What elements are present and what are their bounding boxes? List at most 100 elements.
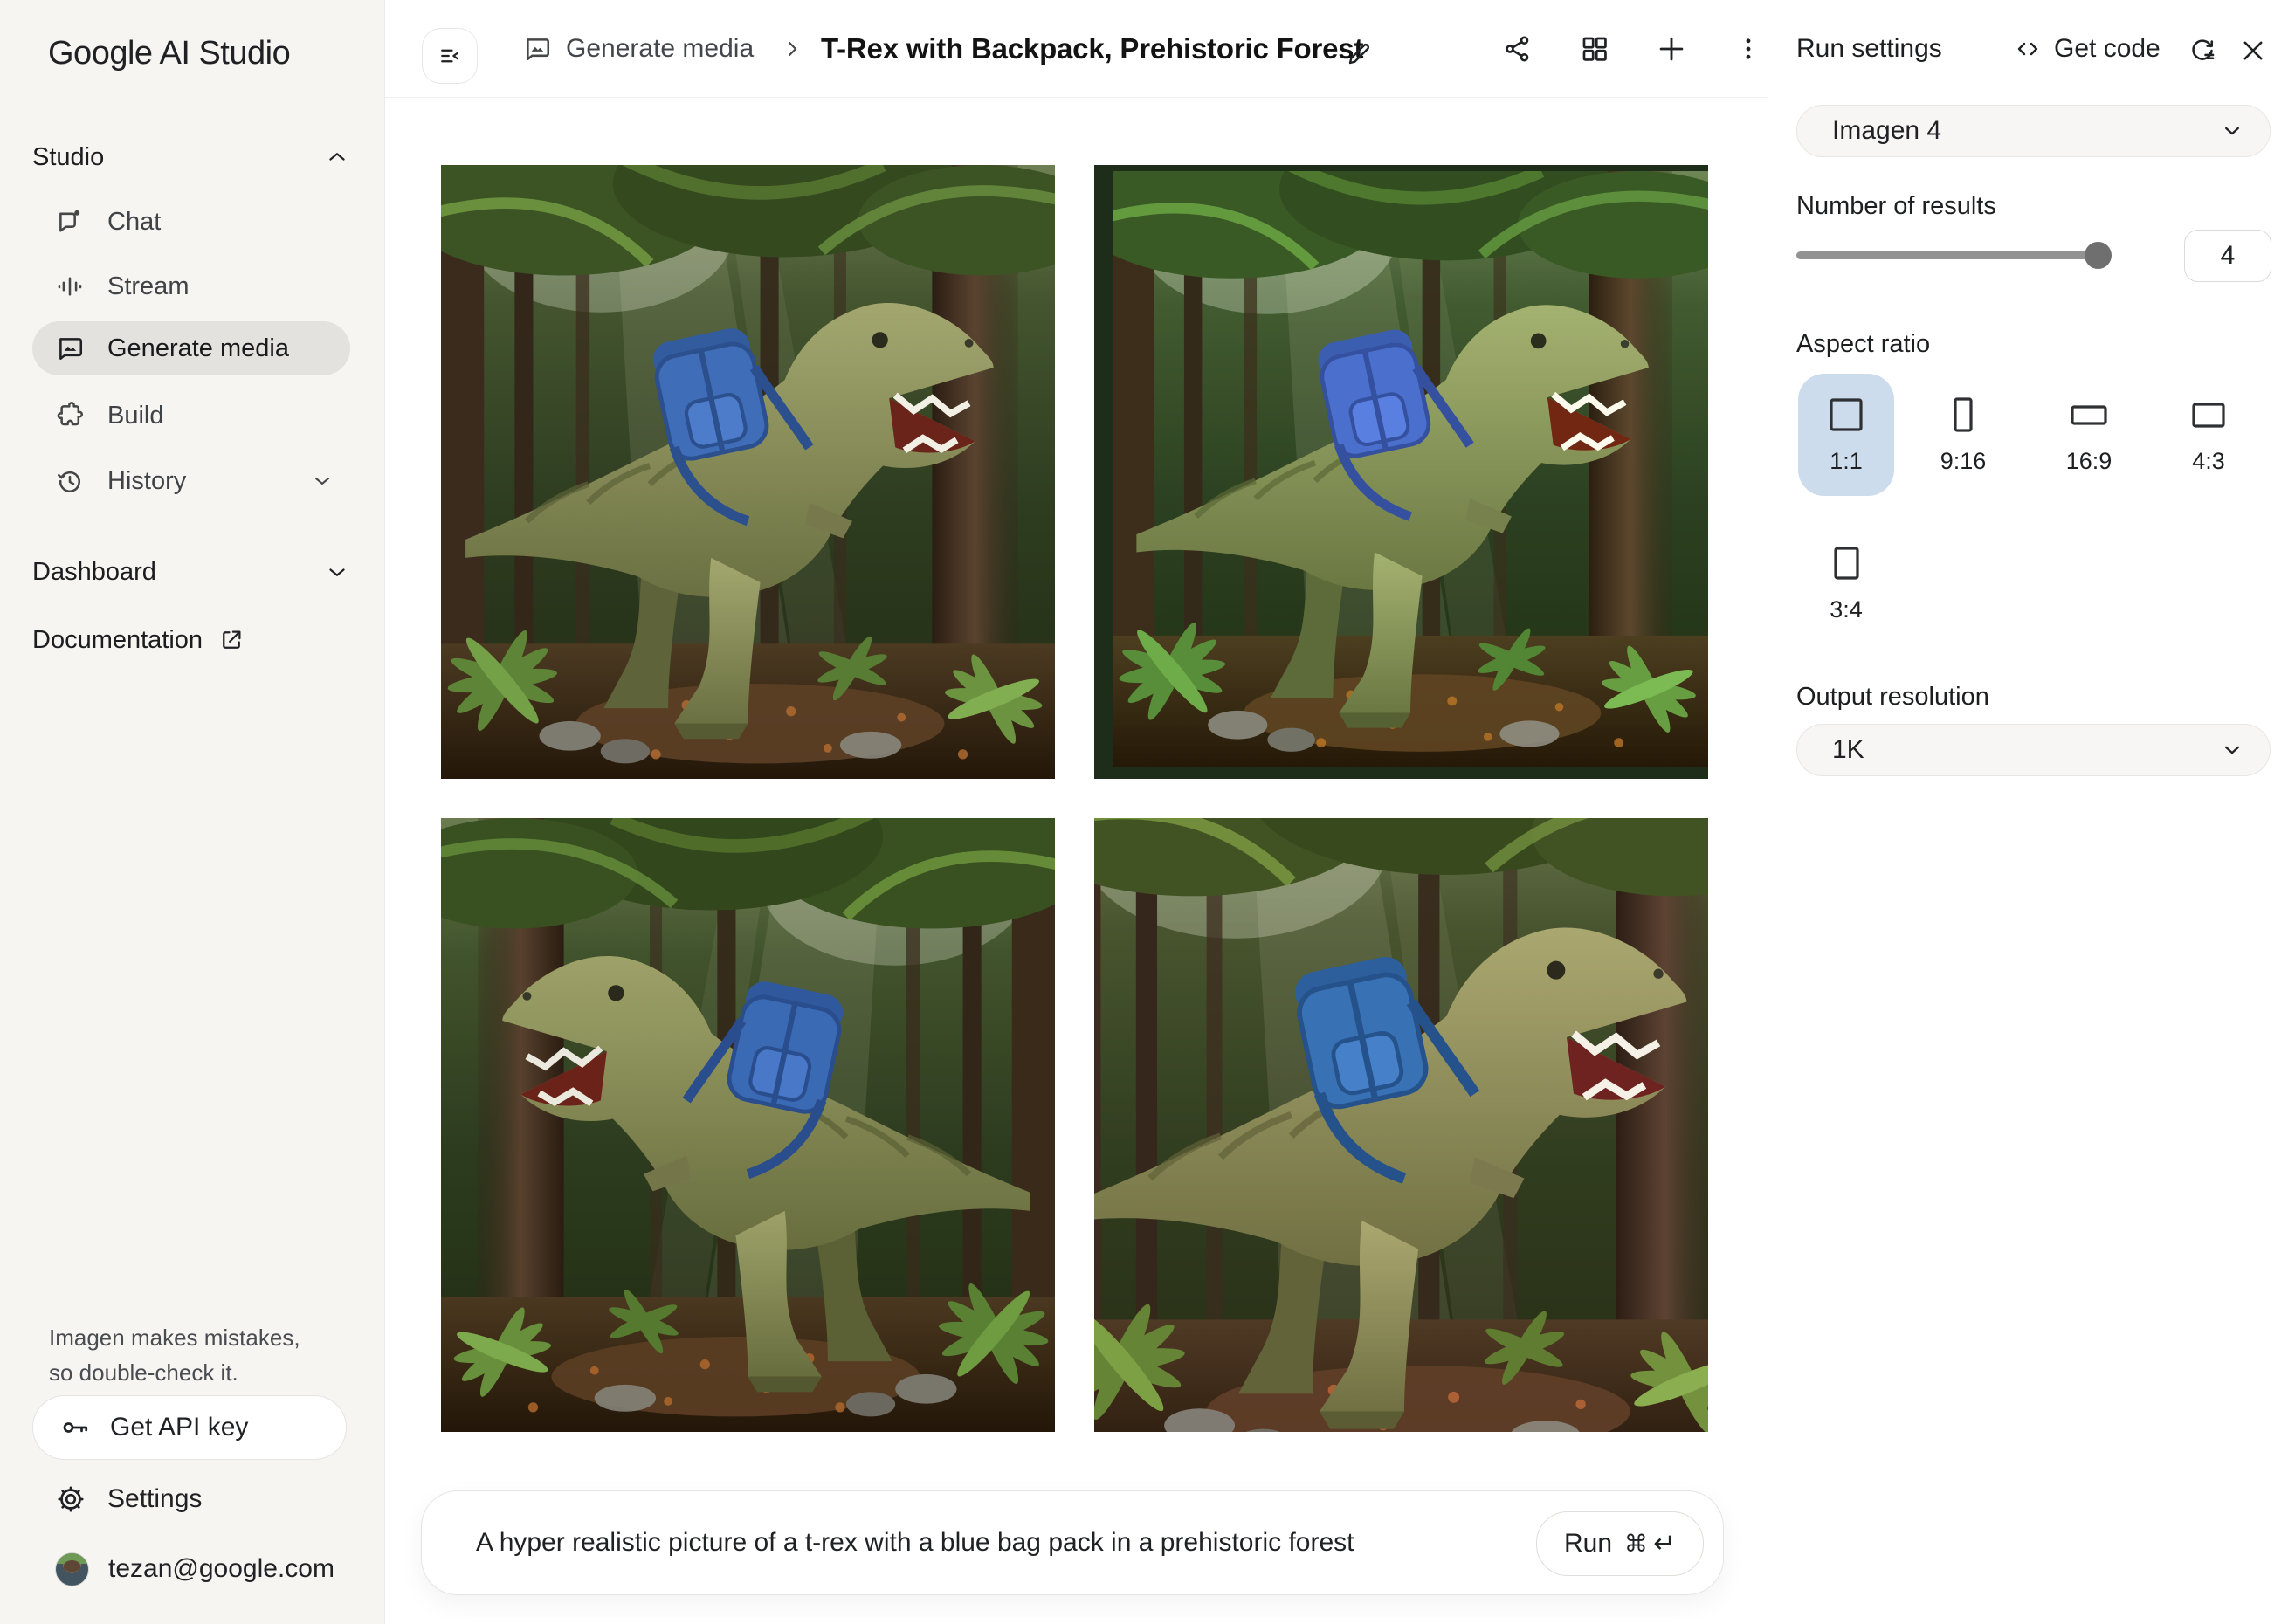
account-row[interactable]: tezan@google.com (55, 1544, 369, 1594)
breadcrumb-label: Generate media (566, 34, 754, 64)
model-select-value: Imagen 4 (1832, 116, 1941, 146)
sidebar-item-label: History (107, 467, 186, 496)
sidebar-item-documentation[interactable]: Documentation (32, 616, 350, 664)
aspect-option-label: 16:9 (2066, 448, 2112, 475)
close-icon (2238, 36, 2268, 65)
plus-icon (1655, 32, 1688, 65)
prompt-input[interactable]: A hyper realistic picture of a t-rex wit… (476, 1491, 1354, 1594)
history-icon (55, 466, 85, 496)
settings-label: Settings (107, 1484, 202, 1514)
number-of-results-label: Number of results (1796, 192, 1996, 221)
chevron-right-icon (780, 37, 804, 61)
chevron-up-icon (324, 144, 350, 170)
settings-button[interactable]: Settings (55, 1474, 352, 1524)
aspect-option-4-3[interactable]: 4:3 (2161, 374, 2257, 496)
slider-thumb[interactable] (2085, 242, 2112, 269)
breadcrumb[interactable]: Generate media (522, 0, 754, 98)
rename-button[interactable] (1338, 33, 1380, 75)
sidebar-item-generate-media[interactable]: Generate media (32, 321, 350, 375)
cmd-key-icon: ⌘ (1624, 1531, 1648, 1558)
sidebar-item-label: Chat (107, 208, 161, 237)
sidebar-item-build[interactable]: Build (32, 389, 350, 443)
output-resolution-value: 1K (1832, 735, 1864, 765)
sidebar-item-stream[interactable]: Stream (32, 259, 350, 313)
run-settings-title: Run settings (1796, 34, 1942, 64)
close-panel-button[interactable] (2232, 30, 2274, 72)
get-api-key-label: Get API key (110, 1413, 248, 1442)
generated-image-2[interactable] (1094, 165, 1708, 779)
run-button[interactable]: Run ⌘ ↵ (1536, 1511, 1704, 1576)
generate-media-icon (55, 334, 85, 363)
studio-section-label: Studio (32, 143, 104, 172)
model-disclaimer: Imagen makes mistakes, so double-check i… (49, 1320, 311, 1390)
aspect-1-1-icon (1827, 396, 1865, 434)
aspect-4-3-icon (2189, 396, 2228, 434)
collapse-sidebar-button[interactable] (422, 28, 478, 84)
chevron-down-icon (2219, 737, 2245, 763)
output-resolution-label: Output resolution (1796, 683, 1989, 712)
generate-media-icon (522, 34, 552, 64)
model-select[interactable]: Imagen 4 (1796, 105, 2271, 157)
code-icon (2014, 35, 2042, 63)
get-api-key-button[interactable]: Get API key (32, 1395, 347, 1460)
number-of-results-value[interactable]: 4 (2184, 230, 2271, 282)
aspect-ratio-label: Aspect ratio (1796, 330, 1930, 359)
stream-waveform-icon (55, 272, 85, 301)
share-icon (1502, 33, 1533, 65)
toolbar-actions (1495, 0, 1771, 98)
share-button[interactable] (1495, 26, 1540, 72)
apps-grid-button[interactable] (1572, 26, 1617, 72)
run-label: Run (1564, 1529, 1612, 1559)
aspect-3-4-icon (1827, 544, 1865, 582)
documentation-label: Documentation (32, 626, 203, 655)
sidebar-item-label: Generate media (107, 334, 289, 363)
chat-icon (55, 207, 85, 237)
aspect-option-3-4[interactable]: 3:4 (1798, 522, 1894, 644)
chevron-down-icon (2219, 118, 2245, 144)
aspect-option-label: 3:4 (1830, 596, 1863, 623)
more-options-button[interactable] (1726, 26, 1771, 72)
external-link-icon (218, 627, 245, 653)
enter-key-icon: ↵ (1653, 1528, 1676, 1559)
get-code-label: Get code (2054, 34, 2161, 64)
breadcrumb-separator (780, 0, 804, 98)
chevron-down-icon (324, 559, 350, 585)
sidebar-section-studio[interactable]: Studio (32, 133, 350, 182)
pencil-icon (1345, 40, 1373, 68)
app-logo: Google AI Studio (48, 35, 290, 72)
app-window: Google AI Studio Studio Chat Stream Gene… (0, 0, 2288, 1624)
get-code-button[interactable]: Get code (2014, 0, 2161, 98)
sidebar-item-label: Build (107, 402, 164, 430)
aspect-option-9-16[interactable]: 9:16 (1915, 374, 2011, 496)
generated-image-4[interactable] (1094, 818, 1708, 1432)
key-icon (59, 1412, 91, 1443)
sidebar-section-dashboard[interactable]: Dashboard (32, 547, 350, 596)
sidebar: Google AI Studio Studio Chat Stream Gene… (0, 0, 385, 1624)
page-title: T-Rex with Backpack, Prehistoric Forest (821, 0, 1363, 98)
user-avatar (55, 1552, 89, 1586)
collapse-sidebar-icon (437, 43, 463, 69)
grid-view-icon (1579, 33, 1610, 65)
aspect-option-16-9[interactable]: 16:9 (2041, 374, 2137, 496)
aspect-9-16-icon (1944, 396, 1982, 434)
aspect-16-9-icon (2070, 396, 2108, 434)
aspect-option-label: 1:1 (1830, 448, 1863, 475)
output-resolution-select[interactable]: 1K (1796, 724, 2271, 776)
aspect-option-label: 4:3 (2192, 448, 2225, 475)
chevron-down-icon (310, 469, 334, 493)
generated-image-1[interactable] (441, 165, 1055, 779)
sidebar-item-label: Stream (107, 272, 189, 301)
prompt-bar[interactable]: A hyper realistic picture of a t-rex wit… (421, 1490, 1724, 1595)
new-prompt-button[interactable] (1649, 26, 1694, 72)
aspect-option-1-1[interactable]: 1:1 (1798, 374, 1894, 496)
reset-settings-icon (2188, 36, 2217, 65)
number-of-results-slider[interactable] (1796, 251, 2098, 259)
reset-settings-button[interactable] (2181, 30, 2223, 72)
generated-image-3[interactable] (441, 818, 1055, 1432)
gear-icon (55, 1483, 86, 1515)
sidebar-item-history[interactable]: History (32, 454, 350, 508)
dashboard-section-label: Dashboard (32, 558, 156, 587)
sidebar-item-chat[interactable]: Chat (32, 195, 350, 249)
kebab-menu-icon (1733, 34, 1763, 64)
account-email: tezan@google.com (108, 1554, 334, 1584)
